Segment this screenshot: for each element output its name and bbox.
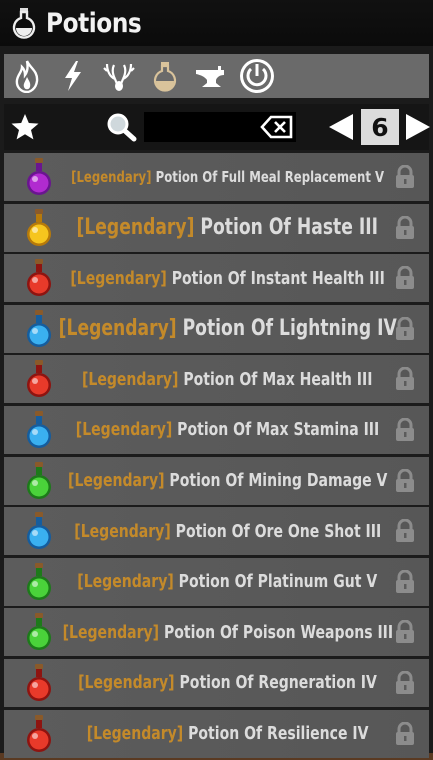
lock-icon	[396, 670, 414, 694]
item-name: [Legendary] Potion Of Regneration IV	[66, 659, 389, 707]
lock-icon	[396, 468, 414, 492]
backspace-icon[interactable]	[259, 112, 295, 142]
list-item[interactable]: [Legendary] Potion Of Ore One Shot III	[4, 507, 429, 556]
rarity-tag: [Legendary]	[86, 723, 184, 745]
category-toolbar	[4, 54, 429, 98]
potion-icon	[27, 714, 51, 752]
item-name: [Legendary] Potion Of Haste III	[66, 204, 389, 252]
power-icon	[240, 59, 274, 93]
list-item[interactable]: [Legendary] Potion Of Regneration IV	[4, 658, 429, 707]
potion-icon	[27, 360, 51, 398]
anvil-icon	[196, 66, 224, 87]
lock-icon	[396, 417, 414, 441]
item-name: [Legendary] Potion Of Mining Damage V	[66, 457, 389, 505]
potion-flask-icon	[12, 8, 36, 39]
list-item[interactable]: [Legendary] Potion Of Lightning IV	[4, 304, 429, 353]
category-antlers-button[interactable]	[96, 56, 142, 96]
list-item[interactable]: [Legendary] Potion Of Full Meal Replacem…	[4, 153, 429, 201]
lock-icon	[396, 266, 414, 290]
rarity-tag: [Legendary]	[62, 621, 159, 643]
page-number: 6	[361, 109, 399, 145]
item-name: [Legendary] Potion Of Instant Health III	[66, 254, 389, 302]
potion-icon	[27, 259, 51, 297]
item-list: [Legendary] Potion Of Full Meal Replacem…	[4, 153, 429, 760]
category-anvil-button[interactable]	[188, 56, 234, 96]
rarity-tag: [Legendary]	[70, 267, 167, 289]
page-prev-arrow-icon[interactable]	[327, 112, 357, 142]
potion-icon	[27, 512, 51, 550]
item-title: Potion Of Max Health III	[183, 368, 373, 390]
rarity-tag: [Legendary]	[78, 672, 175, 694]
potion-icon	[27, 158, 51, 195]
item-title: Potion Of Max Stamina III	[177, 419, 380, 441]
potion-icon	[27, 208, 51, 246]
star-icon[interactable]	[10, 112, 40, 142]
lock-icon	[396, 569, 414, 593]
potion-icon	[27, 613, 51, 651]
item-name: [Legendary] Potion Of Full Meal Replacem…	[66, 153, 389, 201]
rarity-tag: [Legendary]	[71, 168, 152, 186]
antlers-icon	[103, 63, 135, 91]
filter-bar: 6	[4, 104, 432, 150]
list-item[interactable]: [Legendary] Potion Of Max Stamina III	[4, 405, 429, 454]
rarity-tag: [Legendary]	[76, 215, 195, 241]
item-title: Potion Of Poison Weapons III	[163, 621, 393, 643]
item-name: [Legendary] Potion Of Max Health III	[66, 355, 389, 403]
list-item[interactable]: [Legendary] Potion Of Max Health III	[4, 355, 429, 404]
list-item[interactable]: [Legendary] Potion Of Haste III	[4, 203, 429, 252]
item-title: Potion Of Platinum Gut V	[178, 571, 378, 593]
lock-icon	[396, 215, 414, 239]
rarity-tag: [Legendary]	[77, 571, 175, 593]
page-next-arrow-icon[interactable]	[402, 112, 432, 142]
item-name: [Legendary] Potion Of Lightning IV	[58, 305, 396, 353]
potion-icon	[27, 309, 51, 347]
lock-icon	[396, 519, 414, 543]
item-name: [Legendary] Potion Of Max Stamina III	[66, 406, 389, 454]
item-name: [Legendary] Potion Of Poison Weapons III	[62, 608, 393, 656]
lock-icon	[396, 165, 414, 188]
lock-icon	[396, 316, 414, 340]
item-name: [Legendary] Potion Of Platinum Gut V	[66, 558, 389, 606]
category-lightning-button[interactable]	[50, 56, 96, 96]
rarity-tag: [Legendary]	[58, 316, 177, 342]
item-title: Potion Of Regneration IV	[179, 672, 377, 694]
potion-icon	[27, 562, 51, 600]
potion-icon	[27, 461, 51, 499]
item-title: Potion Of Haste III	[200, 215, 379, 241]
flame-icon	[15, 60, 39, 93]
category-power-button[interactable]	[234, 56, 280, 96]
item-title: Potion Of Full Meal Replacement V	[155, 168, 384, 186]
list-item[interactable]: [Legendary] Potion Of Resilience IV	[4, 709, 429, 758]
rarity-tag: [Legendary]	[74, 520, 171, 542]
potion-icon	[27, 410, 51, 448]
magnifier-icon	[107, 113, 137, 142]
item-title: Potion Of Ore One Shot III	[175, 520, 381, 542]
item-title: Potion Of Lightning IV	[182, 316, 397, 342]
lock-icon	[396, 721, 414, 745]
flask-icon	[153, 62, 177, 92]
category-fire-button[interactable]	[4, 56, 50, 96]
list-item[interactable]: [Legendary] Potion Of Poison Weapons III	[4, 608, 429, 657]
item-title: Potion Of Mining Damage V	[169, 470, 388, 492]
window-title: Potions	[46, 7, 142, 39]
lightning-icon	[65, 61, 81, 91]
list-item[interactable]: [Legendary] Potion Of Platinum Gut V	[4, 557, 429, 606]
rarity-tag: [Legendary]	[75, 419, 173, 441]
list-item[interactable]: [Legendary] Potion Of Mining Damage V	[4, 456, 429, 505]
lock-icon	[396, 367, 414, 391]
title-bar: Potions	[0, 0, 433, 46]
item-name: [Legendary] Potion Of Ore One Shot III	[66, 507, 389, 555]
rarity-tag: [Legendary]	[82, 368, 179, 390]
item-title: Potion Of Resilience IV	[187, 723, 369, 745]
category-potion-button[interactable]	[142, 56, 188, 96]
potions-panel: Potions 6 [Legendary] Potion Of Full Mea…	[0, 0, 433, 758]
item-title: Potion Of Instant Health III	[171, 267, 385, 289]
rarity-tag: [Legendary]	[67, 470, 165, 492]
list-item[interactable]: [Legendary] Potion Of Instant Health III	[4, 254, 429, 303]
lock-icon	[396, 620, 414, 644]
potion-icon	[27, 663, 51, 701]
item-name: [Legendary] Potion Of Resilience IV	[66, 710, 389, 758]
